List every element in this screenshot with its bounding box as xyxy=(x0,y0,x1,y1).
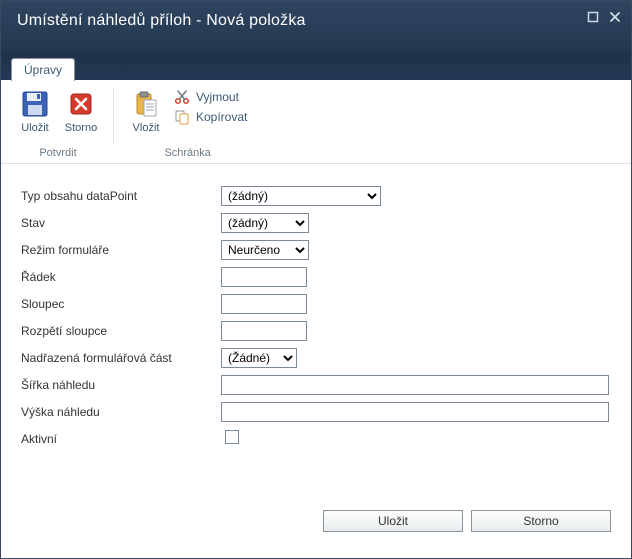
group-confirm-label: Potvrdit xyxy=(13,144,103,161)
input-preview-w[interactable] xyxy=(221,375,609,395)
group-clipboard-label: Schránka xyxy=(124,144,251,161)
tab-edit[interactable]: Úpravy xyxy=(11,58,75,81)
window-title: Umístění náhledů příloh - Nová položka xyxy=(17,11,306,31)
label-preview-h: Výška náhledu xyxy=(21,405,221,419)
row-colspan: Rozpětí sloupce xyxy=(21,317,611,344)
copy-icon xyxy=(174,109,190,125)
paste-button[interactable]: Vložit xyxy=(124,86,168,136)
row-form-mode: Režim formuláře Neurčeno xyxy=(21,236,611,263)
ribbon-separator xyxy=(113,88,114,143)
row-parent-part: Nadřazená formulářová část (Žádné) xyxy=(21,344,611,371)
dialog-footer: Uložit Storno xyxy=(1,500,631,558)
input-row[interactable] xyxy=(221,267,307,287)
label-form-mode: Režim formuláře xyxy=(21,243,221,257)
label-parent-part: Nadřazená formulářová část xyxy=(21,351,221,365)
label-row: Řádek xyxy=(21,270,221,284)
footer-save-button[interactable]: Uložit xyxy=(323,510,463,532)
titlebar: Umístění náhledů příloh - Nová položka xyxy=(1,1,631,53)
row-preview-w: Šířka náhledu xyxy=(21,371,611,398)
dialog-window: Umístění náhledů příloh - Nová položka Ú… xyxy=(0,0,632,559)
select-state[interactable]: (žádný) xyxy=(221,213,309,233)
select-parent-part[interactable]: (Žádné) xyxy=(221,348,297,368)
copy-button[interactable]: Kopírovat xyxy=(170,108,251,126)
cut-button[interactable]: Vyjmout xyxy=(170,88,251,106)
paste-label: Vložit xyxy=(133,122,160,134)
input-preview-h[interactable] xyxy=(221,402,609,422)
window-controls xyxy=(585,9,623,25)
row-content-type: Typ obsahu dataPoint (žádný) xyxy=(21,182,611,209)
input-column[interactable] xyxy=(221,294,307,314)
maximize-button[interactable] xyxy=(585,9,601,25)
save-icon xyxy=(19,88,51,120)
label-active: Aktivní xyxy=(21,432,221,446)
close-icon xyxy=(609,11,621,23)
select-form-mode[interactable]: Neurčeno xyxy=(221,240,309,260)
label-preview-w: Šířka náhledu xyxy=(21,378,221,392)
row-preview-h: Výška náhledu xyxy=(21,398,611,425)
cut-icon xyxy=(174,89,190,105)
ribbon-tabstrip: Úpravy xyxy=(1,53,631,80)
save-button[interactable]: Uložit xyxy=(13,86,57,136)
close-button[interactable] xyxy=(607,9,623,25)
ribbon-group-confirm: Uložit Storno Potvrdit xyxy=(9,86,107,161)
ribbon: Uložit Storno Potvrdit xyxy=(1,80,631,164)
cancel-button[interactable]: Storno xyxy=(59,86,103,136)
cancel-icon xyxy=(65,88,97,120)
select-content-type[interactable]: (žádný) xyxy=(221,186,381,206)
save-label: Uložit xyxy=(21,122,49,134)
footer-cancel-button[interactable]: Storno xyxy=(471,510,611,532)
cancel-label: Storno xyxy=(65,122,97,134)
input-colspan[interactable] xyxy=(221,321,307,341)
paste-icon xyxy=(130,88,162,120)
checkbox-active[interactable] xyxy=(225,430,239,444)
label-content-type: Typ obsahu dataPoint xyxy=(21,189,221,203)
label-column: Sloupec xyxy=(21,297,221,311)
label-colspan: Rozpětí sloupce xyxy=(21,324,221,338)
row-active: Aktivní xyxy=(21,425,611,452)
cut-label: Vyjmout xyxy=(196,90,239,104)
form-area: Typ obsahu dataPoint (žádný) Stav (žádný… xyxy=(1,164,631,500)
row-row: Řádek xyxy=(21,263,611,290)
row-column: Sloupec xyxy=(21,290,611,317)
ribbon-group-clipboard: Vložit Vyjmout xyxy=(120,86,255,161)
label-state: Stav xyxy=(21,216,221,230)
maximize-icon xyxy=(587,11,599,23)
copy-label: Kopírovat xyxy=(196,110,247,124)
row-state: Stav (žádný) xyxy=(21,209,611,236)
